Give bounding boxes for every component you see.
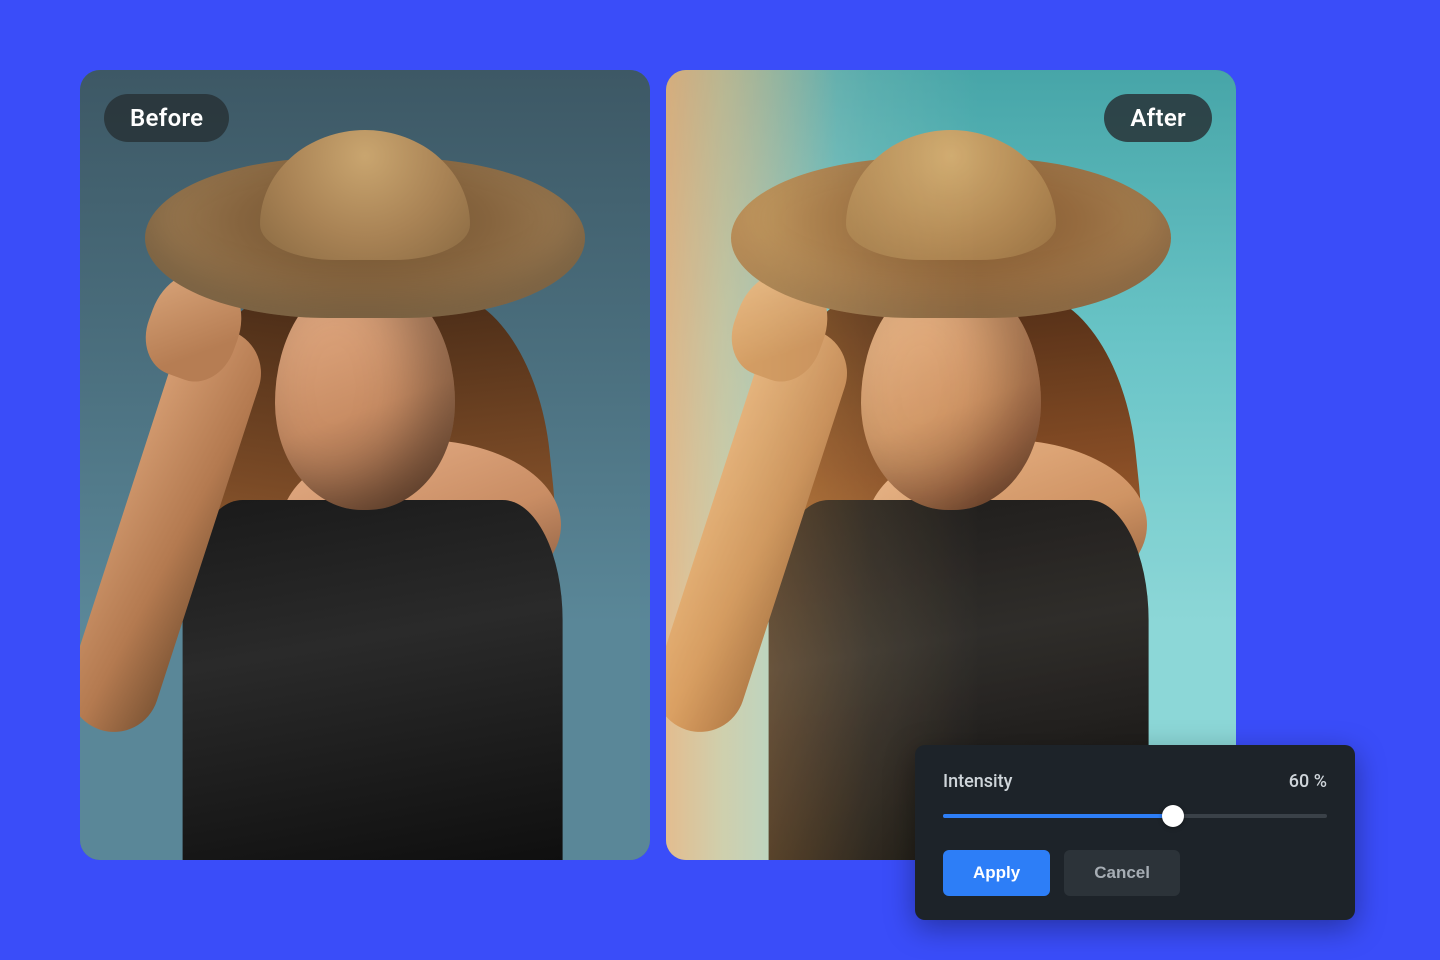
intensity-slider[interactable]	[943, 814, 1327, 818]
before-image	[80, 70, 650, 860]
before-badge: Before	[104, 94, 229, 142]
cancel-button[interactable]: Cancel	[1064, 850, 1180, 896]
intensity-value: 60 %	[1289, 771, 1327, 792]
intensity-panel: Intensity 60 % Apply Cancel	[915, 745, 1355, 920]
after-image	[666, 70, 1236, 860]
before-image-card: Before	[80, 70, 650, 860]
intensity-slider-fill	[943, 814, 1173, 818]
intensity-label: Intensity	[943, 771, 1012, 792]
intensity-slider-thumb[interactable]	[1162, 805, 1184, 827]
after-badge: After	[1104, 94, 1212, 142]
after-image-card: After	[666, 70, 1236, 860]
apply-button[interactable]: Apply	[943, 850, 1050, 896]
before-after-compare: Before After	[80, 70, 1236, 860]
